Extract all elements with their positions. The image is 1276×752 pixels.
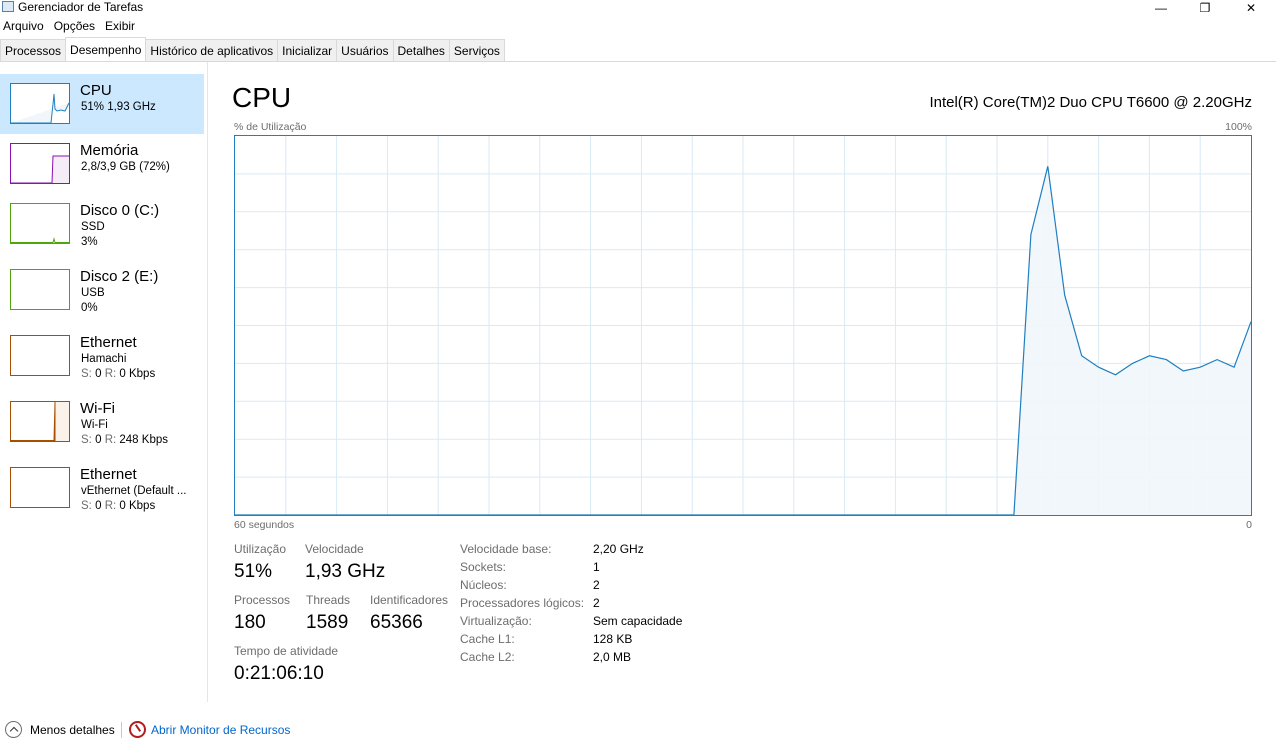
tab-servicos[interactable]: Serviços bbox=[448, 39, 505, 61]
detail-value: 2 bbox=[593, 596, 600, 610]
tab-historico[interactable]: Histórico de aplicativos bbox=[145, 39, 279, 61]
tab-processos[interactable]: Processos bbox=[0, 39, 67, 61]
sidebar-item-label: Disco 0 (C:) bbox=[80, 202, 160, 219]
detail-key: Virtualização: bbox=[460, 614, 532, 628]
task-manager-icon bbox=[2, 1, 14, 12]
sidebar-item-label: Disco 2 (E:) bbox=[80, 268, 159, 285]
speed-label: Velocidade bbox=[305, 542, 364, 556]
menu-exibir[interactable]: Exibir bbox=[102, 17, 139, 37]
sidebar-item-usage: 0% bbox=[81, 302, 98, 314]
sidebar-item-memoria[interactable]: Memória 2,8/3,9 GB (72%) bbox=[0, 134, 204, 194]
footer-bar: Menos detalhes Abrir Monitor de Recursos bbox=[0, 702, 1276, 752]
speed-value: 1,93 GHz bbox=[305, 561, 386, 582]
detail-key: Sockets: bbox=[460, 560, 507, 574]
detail-key: Núcleos: bbox=[460, 578, 507, 592]
graph-y-label: % de Utilização bbox=[234, 121, 307, 133]
uptime-label: Tempo de atividade bbox=[234, 644, 339, 658]
tab-inicializar[interactable]: Inicializar bbox=[277, 39, 338, 61]
less-details-button[interactable]: Menos detalhes bbox=[30, 723, 115, 737]
cpu-graph-icon bbox=[10, 83, 70, 124]
sidebar-item-detail: Hamachi bbox=[81, 353, 127, 365]
sidebar-item-wifi[interactable]: Wi-Fi Wi-Fi S: 0 R: 248 Kbps bbox=[0, 392, 204, 452]
sidebar-item-detail: USB bbox=[81, 287, 105, 299]
title-bar: Gerenciador de Tarefas — ❐ ✕ bbox=[0, 0, 1276, 16]
handles-value: 65366 bbox=[370, 612, 423, 633]
sidebar-item-detail: 2,8/3,9 GB (72%) bbox=[81, 161, 170, 173]
detail-value: Sem capacidade bbox=[593, 614, 683, 628]
sidebar-item-throughput: S: 0 R: 0 Kbps bbox=[81, 368, 156, 380]
detail-value: 2 bbox=[593, 578, 600, 592]
disk-graph-icon bbox=[10, 269, 70, 310]
sidebar-item-label: Ethernet bbox=[80, 334, 137, 351]
sidebar-item-throughput: S: 0 R: 0 Kbps bbox=[81, 500, 156, 512]
open-resource-monitor-link[interactable]: Abrir Monitor de Recursos bbox=[151, 723, 290, 737]
graph-x-end-label: 0 bbox=[1246, 519, 1252, 531]
sidebar-item-ethernet-vethernet[interactable]: Ethernet vEthernet (Default ... S: 0 R: … bbox=[0, 458, 204, 518]
processes-label: Processos bbox=[234, 593, 291, 607]
sidebar-item-usage: 3% bbox=[81, 236, 98, 248]
disk-graph-icon bbox=[10, 203, 70, 244]
detail-value: 1 bbox=[593, 560, 600, 574]
page-title: CPU bbox=[232, 82, 292, 113]
cpu-utilization-graph bbox=[234, 135, 1252, 516]
window-title: Gerenciador de Tarefas bbox=[18, 0, 144, 14]
sidebar-item-detail: vEthernet (Default ... bbox=[81, 485, 187, 497]
threads-value: 1589 bbox=[306, 612, 349, 633]
sidebar-item-disco-2[interactable]: Disco 2 (E:) USB 0% bbox=[0, 260, 204, 320]
utilization-label: Utilização bbox=[234, 542, 287, 556]
sidebar-item-label: CPU bbox=[80, 82, 112, 99]
graph-y-max-label: 100% bbox=[1225, 121, 1252, 133]
processes-value: 180 bbox=[234, 612, 266, 633]
cpu-model: Intel(R) Core(TM)2 Duo CPU T6600 @ 2.20G… bbox=[929, 94, 1252, 111]
uptime-value: 0:21:06:10 bbox=[234, 663, 324, 684]
graph-x-label: 60 segundos bbox=[234, 519, 295, 531]
tab-desempenho[interactable]: Desempenho bbox=[65, 37, 147, 61]
menu-opcoes[interactable]: Opções bbox=[51, 17, 99, 37]
cpu-detail-panel: CPU Intel(R) Core(TM)2 Duo CPU T6600 @ 2… bbox=[208, 62, 1276, 702]
detail-value: 2,20 GHz bbox=[593, 542, 644, 556]
sidebar-item-label: Memória bbox=[80, 142, 139, 159]
maximize-button[interactable]: ❐ bbox=[1182, 0, 1228, 16]
detail-value: 2,0 MB bbox=[593, 650, 632, 664]
detail-value: 128 KB bbox=[593, 632, 633, 646]
detail-key: Velocidade base: bbox=[460, 542, 552, 556]
network-graph-icon bbox=[10, 467, 70, 508]
memory-graph-icon bbox=[10, 143, 70, 184]
resource-sidebar: CPU 51% 1,93 GHz Memória 2,8/3,9 GB (72%… bbox=[0, 62, 208, 702]
sidebar-item-label: Ethernet bbox=[80, 466, 137, 483]
resource-monitor-icon[interactable] bbox=[129, 721, 146, 738]
sidebar-item-cpu[interactable]: CPU 51% 1,93 GHz bbox=[0, 74, 204, 134]
handles-label: Identificadores bbox=[370, 593, 449, 607]
tab-bar: Processos Desempenho Histórico de aplica… bbox=[0, 37, 1276, 62]
detail-key: Cache L2: bbox=[460, 650, 515, 664]
network-graph-icon bbox=[10, 401, 70, 442]
sidebar-item-disco-0[interactable]: Disco 0 (C:) SSD 3% bbox=[0, 194, 204, 254]
minimize-button[interactable]: — bbox=[1138, 0, 1184, 16]
menu-arquivo[interactable]: Arquivo bbox=[0, 17, 48, 37]
detail-key: Cache L1: bbox=[460, 632, 515, 646]
network-graph-icon bbox=[10, 335, 70, 376]
sidebar-item-detail: Wi-Fi bbox=[81, 419, 108, 431]
tab-detalhes[interactable]: Detalhes bbox=[392, 39, 450, 61]
tab-usuarios[interactable]: Usuários bbox=[336, 39, 394, 61]
sidebar-item-detail: 51% 1,93 GHz bbox=[81, 101, 156, 113]
close-button[interactable]: ✕ bbox=[1228, 0, 1274, 16]
sidebar-item-throughput: S: 0 R: 248 Kbps bbox=[81, 434, 168, 446]
utilization-value: 51% bbox=[234, 561, 273, 582]
threads-label: Threads bbox=[306, 593, 351, 607]
sidebar-item-detail: SSD bbox=[81, 221, 105, 233]
sidebar-item-label: Wi-Fi bbox=[80, 400, 115, 417]
detail-key: Processadores lógicos: bbox=[460, 596, 585, 610]
chevron-up-icon[interactable] bbox=[5, 721, 22, 738]
menu-bar: Arquivo Opções Exibir bbox=[0, 17, 1276, 37]
cpu-utilization-chart bbox=[235, 136, 1251, 515]
sidebar-item-ethernet-hamachi[interactable]: Ethernet Hamachi S: 0 R: 0 Kbps bbox=[0, 326, 204, 386]
footer-divider bbox=[121, 722, 122, 738]
